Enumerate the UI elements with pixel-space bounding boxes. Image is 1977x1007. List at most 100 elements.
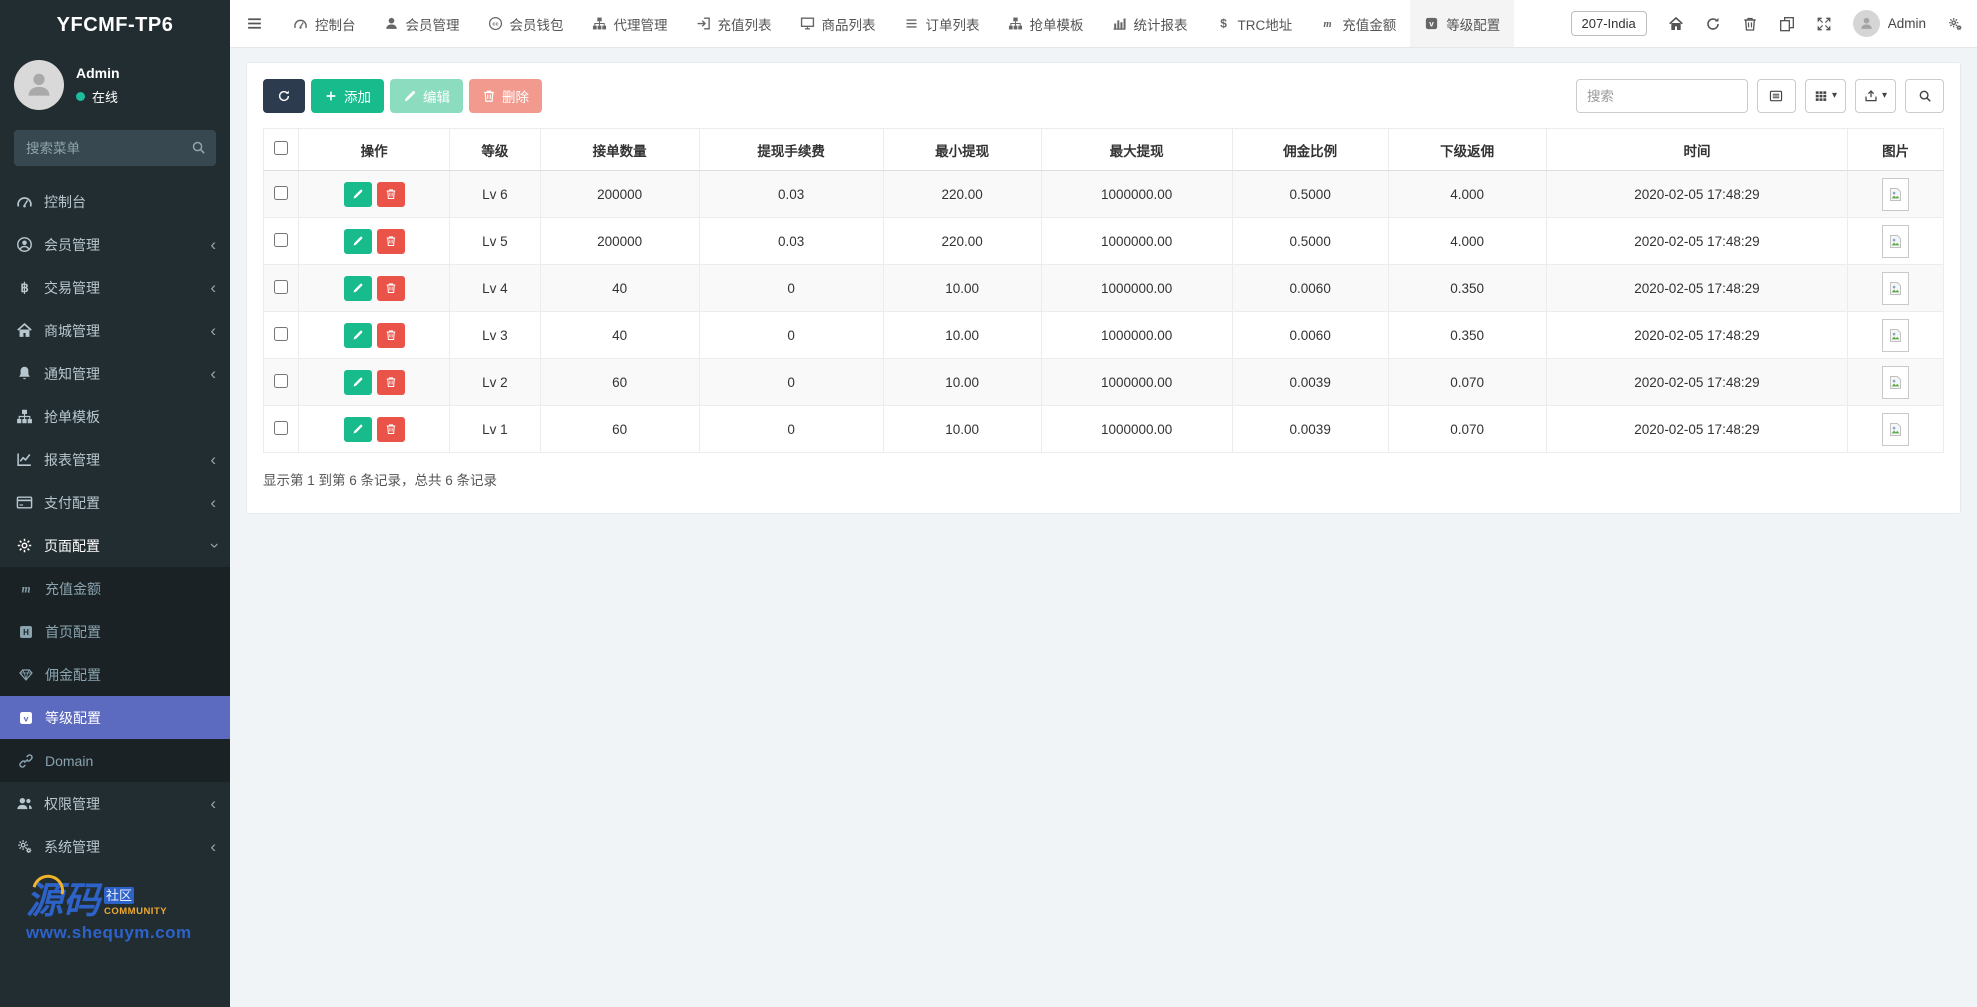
level-image-thumbnail[interactable]	[1882, 412, 1910, 446]
search-icon	[191, 140, 206, 155]
row-edit-button[interactable]	[343, 322, 372, 348]
table-row: Lv 4 40 0 10.00 1000000.00 0.0060 0.350 2020-02…	[262, 264, 1944, 312]
export-icon	[1864, 89, 1878, 103]
sidebar-item-label: 权限管理	[44, 795, 100, 812]
level-image-thumbnail[interactable]	[1882, 318, 1910, 352]
fullscreen-button[interactable]	[1816, 16, 1832, 32]
chevron-left-icon: ‹	[210, 321, 216, 340]
level-image-thumbnail[interactable]	[1882, 271, 1910, 305]
sidebar-item-label: 控制台	[44, 193, 86, 210]
region-badge[interactable]: 207-India	[1570, 11, 1647, 36]
nav-tab-0[interactable]: 控制台	[279, 0, 370, 47]
cell-level: Lv 5	[449, 217, 541, 265]
edit-button[interactable]: 编辑	[390, 79, 463, 113]
row-delete-button[interactable]	[376, 181, 405, 207]
home-button[interactable]	[1668, 16, 1684, 32]
level-image-thumbnail[interactable]	[1882, 224, 1910, 258]
row-edit-button[interactable]	[343, 416, 372, 442]
sidebar-item-9[interactable]: 权限管理 ‹	[0, 782, 230, 825]
cell-min_withdraw: 220.00	[882, 217, 1042, 265]
copy-button[interactable]	[1779, 16, 1795, 32]
refresh-table-button[interactable]	[263, 79, 305, 113]
sidebar-subitem-8-0[interactable]: 充值金额	[0, 567, 230, 610]
row-checkbox[interactable]	[274, 232, 289, 247]
avatar	[1852, 10, 1880, 37]
delete-button[interactable]: 删除	[469, 79, 542, 113]
row-checkbox[interactable]	[274, 420, 289, 435]
pencil-icon	[352, 282, 364, 294]
table-search-input[interactable]	[1575, 79, 1748, 113]
refresh-button[interactable]	[1705, 16, 1721, 32]
column-header-5: 最大提现	[1040, 128, 1233, 171]
row-delete-button[interactable]	[376, 322, 405, 348]
level-image-thumbnail[interactable]	[1882, 177, 1910, 211]
row-checkbox[interactable]	[274, 279, 289, 294]
nav-tab-3[interactable]: 代理管理	[578, 0, 682, 47]
nav-tab-9[interactable]: TRC地址	[1202, 0, 1307, 47]
sidebar-item-4[interactable]: 通知管理 ‹	[0, 352, 230, 395]
sidebar-item-1[interactable]: 会员管理 ‹	[0, 223, 230, 266]
sidebar-subitem-8-3[interactable]: 等级配置	[0, 696, 230, 739]
sidebar-item-6[interactable]: 报表管理 ‹	[0, 438, 230, 481]
row-checkbox[interactable]	[274, 185, 289, 200]
nav-tab-11[interactable]: 等级配置	[1410, 0, 1515, 47]
row-actions	[298, 264, 451, 312]
row-delete-button[interactable]	[376, 275, 405, 301]
detail-view-button[interactable]	[1756, 79, 1796, 113]
sidebar-item-5[interactable]: 抢单模板	[0, 395, 230, 438]
user-menu[interactable]: Admin	[1852, 10, 1926, 37]
row-checkbox[interactable]	[274, 326, 289, 341]
sidebar-item-2[interactable]: 交易管理 ‹	[0, 266, 230, 309]
level-image-thumbnail[interactable]	[1882, 365, 1910, 399]
row-actions	[298, 170, 451, 218]
row-checkbox[interactable]	[274, 373, 289, 388]
columns-dropdown-button[interactable]: ▾	[1804, 79, 1846, 113]
sidebar-subitem-label: Domain	[45, 752, 94, 769]
select-all-checkbox[interactable]	[274, 141, 289, 155]
nav-tab-1[interactable]: 会员管理	[370, 0, 474, 47]
cell-time: 2020-02-05 17:48:29	[1545, 405, 1849, 453]
nav-tab-2[interactable]: 会员钱包	[474, 0, 578, 47]
sitemap-icon	[592, 16, 607, 31]
sidebar: YFCMF-TP6 Admin 在线 控制台会员管理‹交易管理‹商城管理‹通知管…	[0, 0, 230, 1007]
row-edit-button[interactable]	[343, 228, 372, 254]
search-toggle-button[interactable]	[1905, 79, 1944, 113]
settings-button[interactable]	[1947, 16, 1963, 32]
nav-tab-5[interactable]: 商品列表	[786, 0, 890, 47]
nav-tab-4[interactable]: 充值列表	[682, 0, 786, 47]
nav-tab-label: 商品列表	[821, 17, 876, 33]
row-edit-button[interactable]	[343, 275, 372, 301]
nav-tab-7[interactable]: 抢单模板	[994, 0, 1098, 47]
row-edit-button[interactable]	[343, 369, 372, 395]
sidebar-item-label: 抢单模板	[44, 408, 100, 425]
row-delete-button[interactable]	[376, 228, 405, 254]
clear-cache-button[interactable]	[1742, 16, 1758, 32]
sidebar-search-input[interactable]	[14, 130, 216, 166]
row-delete-button[interactable]	[376, 416, 405, 442]
sidebar-subitem-8-1[interactable]: 首页配置	[0, 610, 230, 653]
sidebar-item-3[interactable]: 商城管理 ‹	[0, 309, 230, 352]
sidebar-item-7[interactable]: 支付配置 ‹	[0, 481, 230, 524]
levels-table: 操作 等级 接单数量 提现手续费 最小提现 最大提现 佣金比例 下级返佣 时间 图片 Lv 6 20…	[262, 128, 1944, 453]
brand-title: YFCMF-TP6	[56, 13, 174, 36]
sidebar-subitem-8-2[interactable]: 佣金配置	[0, 653, 230, 696]
sidebar-subitem-8-4[interactable]: Domain	[0, 739, 230, 782]
nav-tab-8[interactable]: 统计报表	[1098, 0, 1202, 47]
export-dropdown-button[interactable]: ▾	[1854, 79, 1896, 113]
watermark-logo: 源码 社区 COMMUNITY www.shequym.com	[0, 868, 230, 943]
row-actions	[298, 358, 451, 406]
sidebar-toggle-button[interactable]	[230, 0, 279, 47]
table-card: 添加 编辑 删除 搜索 ▾ ▾ 操作 等级 接单数量 提现手续费 最小提现 最大…	[246, 62, 1961, 514]
nav-tab-6[interactable]: 订单列表	[890, 0, 994, 47]
sidebar-item-0[interactable]: 控制台	[0, 180, 230, 223]
trash-icon	[385, 329, 397, 341]
add-button[interactable]: 添加	[311, 79, 384, 113]
pencil-icon	[403, 89, 417, 103]
sidebar-item-8[interactable]: 页面配置 ‹	[0, 524, 230, 567]
sidebar-item-10[interactable]: 系统管理 ‹	[0, 825, 230, 868]
row-edit-button[interactable]	[343, 181, 372, 207]
bitcoin-icon	[16, 279, 33, 296]
nav-tab-10[interactable]: 充值金额	[1306, 0, 1410, 47]
cell-level: Lv 3	[449, 311, 541, 359]
row-delete-button[interactable]	[376, 369, 405, 395]
